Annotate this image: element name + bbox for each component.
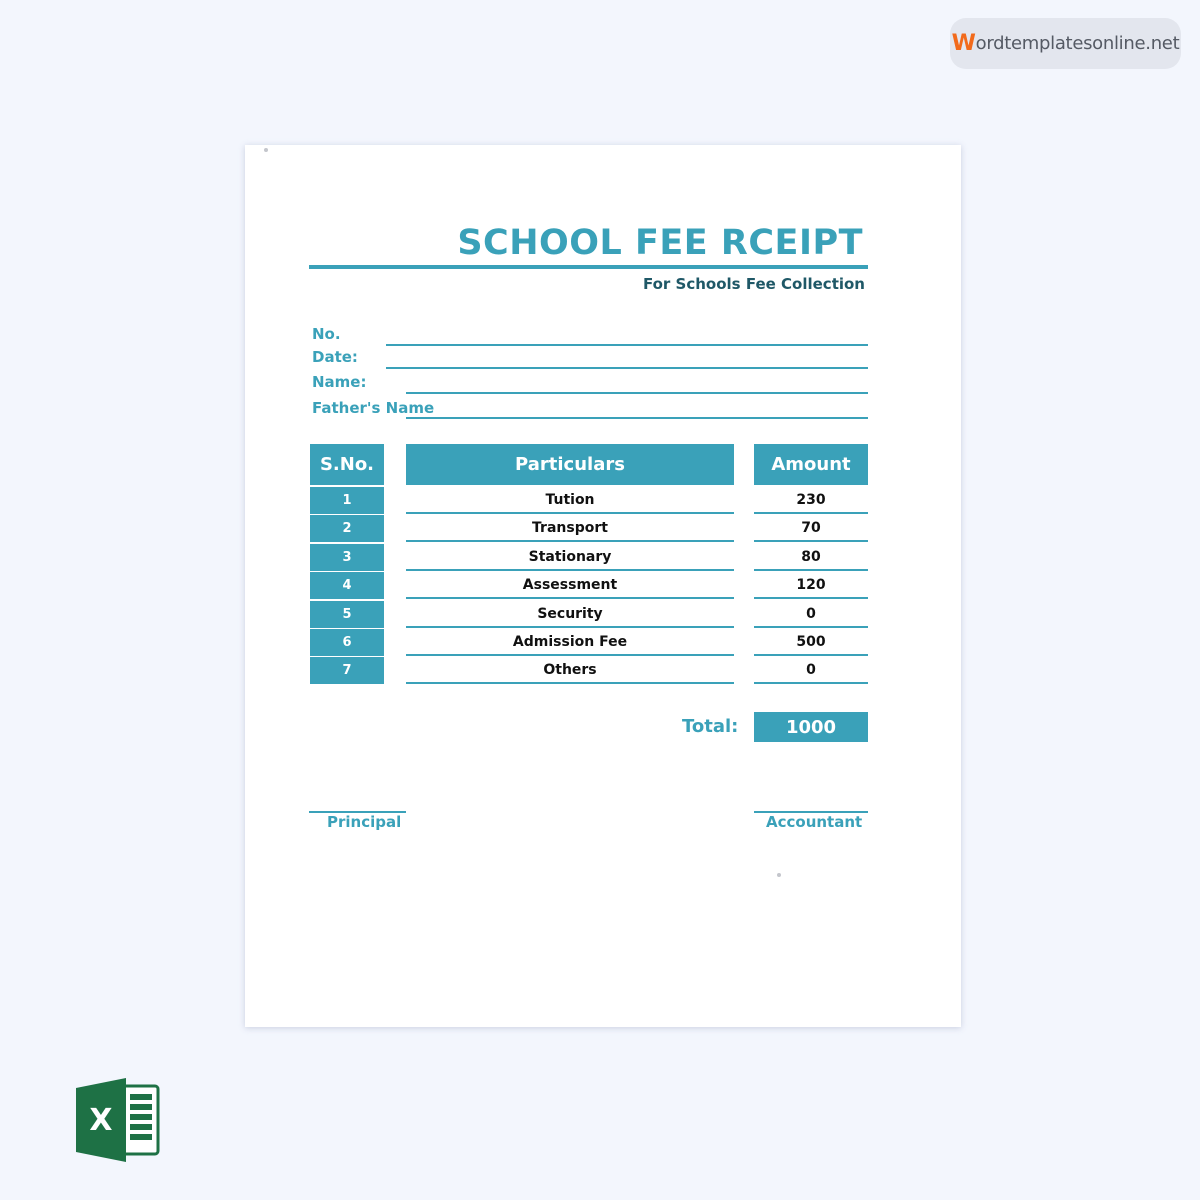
header-sno: S.No.: [310, 444, 384, 485]
row-particular: Security: [406, 601, 734, 628]
row-sno: 2: [310, 515, 384, 542]
row-sno: 5: [310, 601, 384, 628]
row-sno: 1: [310, 487, 384, 514]
row-amount: 500: [754, 629, 868, 656]
field-input-no[interactable]: [386, 344, 868, 346]
field-label-fathers-name: Father's Name: [312, 399, 435, 417]
row-sno: 4: [310, 572, 384, 599]
page-marker-dot: [264, 148, 268, 152]
excel-icon: X: [76, 1078, 160, 1162]
row-amount: 80: [754, 544, 868, 571]
row-particular: Assessment: [406, 572, 734, 599]
row-particular: Others: [406, 657, 734, 684]
row-amount: 230: [754, 487, 868, 514]
header-amount: Amount: [754, 444, 868, 485]
brand-badge: Wordtemplatesonline.net: [950, 18, 1181, 69]
row-sno: 7: [310, 657, 384, 684]
row-amount: 70: [754, 515, 868, 542]
field-label-no: No.: [312, 325, 341, 343]
row-sno: 6: [310, 629, 384, 656]
total-value: 1000: [754, 712, 868, 742]
brand-logo-initial: W: [951, 31, 976, 56]
field-input-date[interactable]: [386, 367, 868, 369]
svg-text:X: X: [89, 1103, 112, 1138]
title-divider: [309, 265, 868, 269]
row-amount: 0: [754, 657, 868, 684]
field-input-fathers-name[interactable]: [406, 417, 868, 419]
principal-label: Principal: [327, 813, 402, 831]
header-particulars: Particulars: [406, 444, 734, 485]
receipt-document: SCHOOL FEE RCEIPT For Schools Fee Collec…: [245, 145, 961, 1027]
row-particular: Admission Fee: [406, 629, 734, 656]
row-amount: 120: [754, 572, 868, 599]
page-marker-dot: [777, 873, 781, 877]
field-label-name: Name:: [312, 373, 367, 391]
receipt-subtitle: For Schools Fee Collection: [642, 275, 865, 293]
total-label: Total:: [682, 716, 739, 737]
brand-name: ordtemplatesonline.net: [975, 33, 1180, 54]
field-input-name[interactable]: [406, 392, 868, 394]
receipt-title: SCHOOL FEE RCEIPT: [457, 223, 863, 263]
field-label-date: Date:: [312, 348, 358, 366]
row-particular: Tution: [406, 487, 734, 514]
row-particular: Stationary: [406, 544, 734, 571]
row-amount: 0: [754, 601, 868, 628]
row-particular: Transport: [406, 515, 734, 542]
accountant-label: Accountant: [766, 813, 863, 831]
row-sno: 3: [310, 544, 384, 571]
